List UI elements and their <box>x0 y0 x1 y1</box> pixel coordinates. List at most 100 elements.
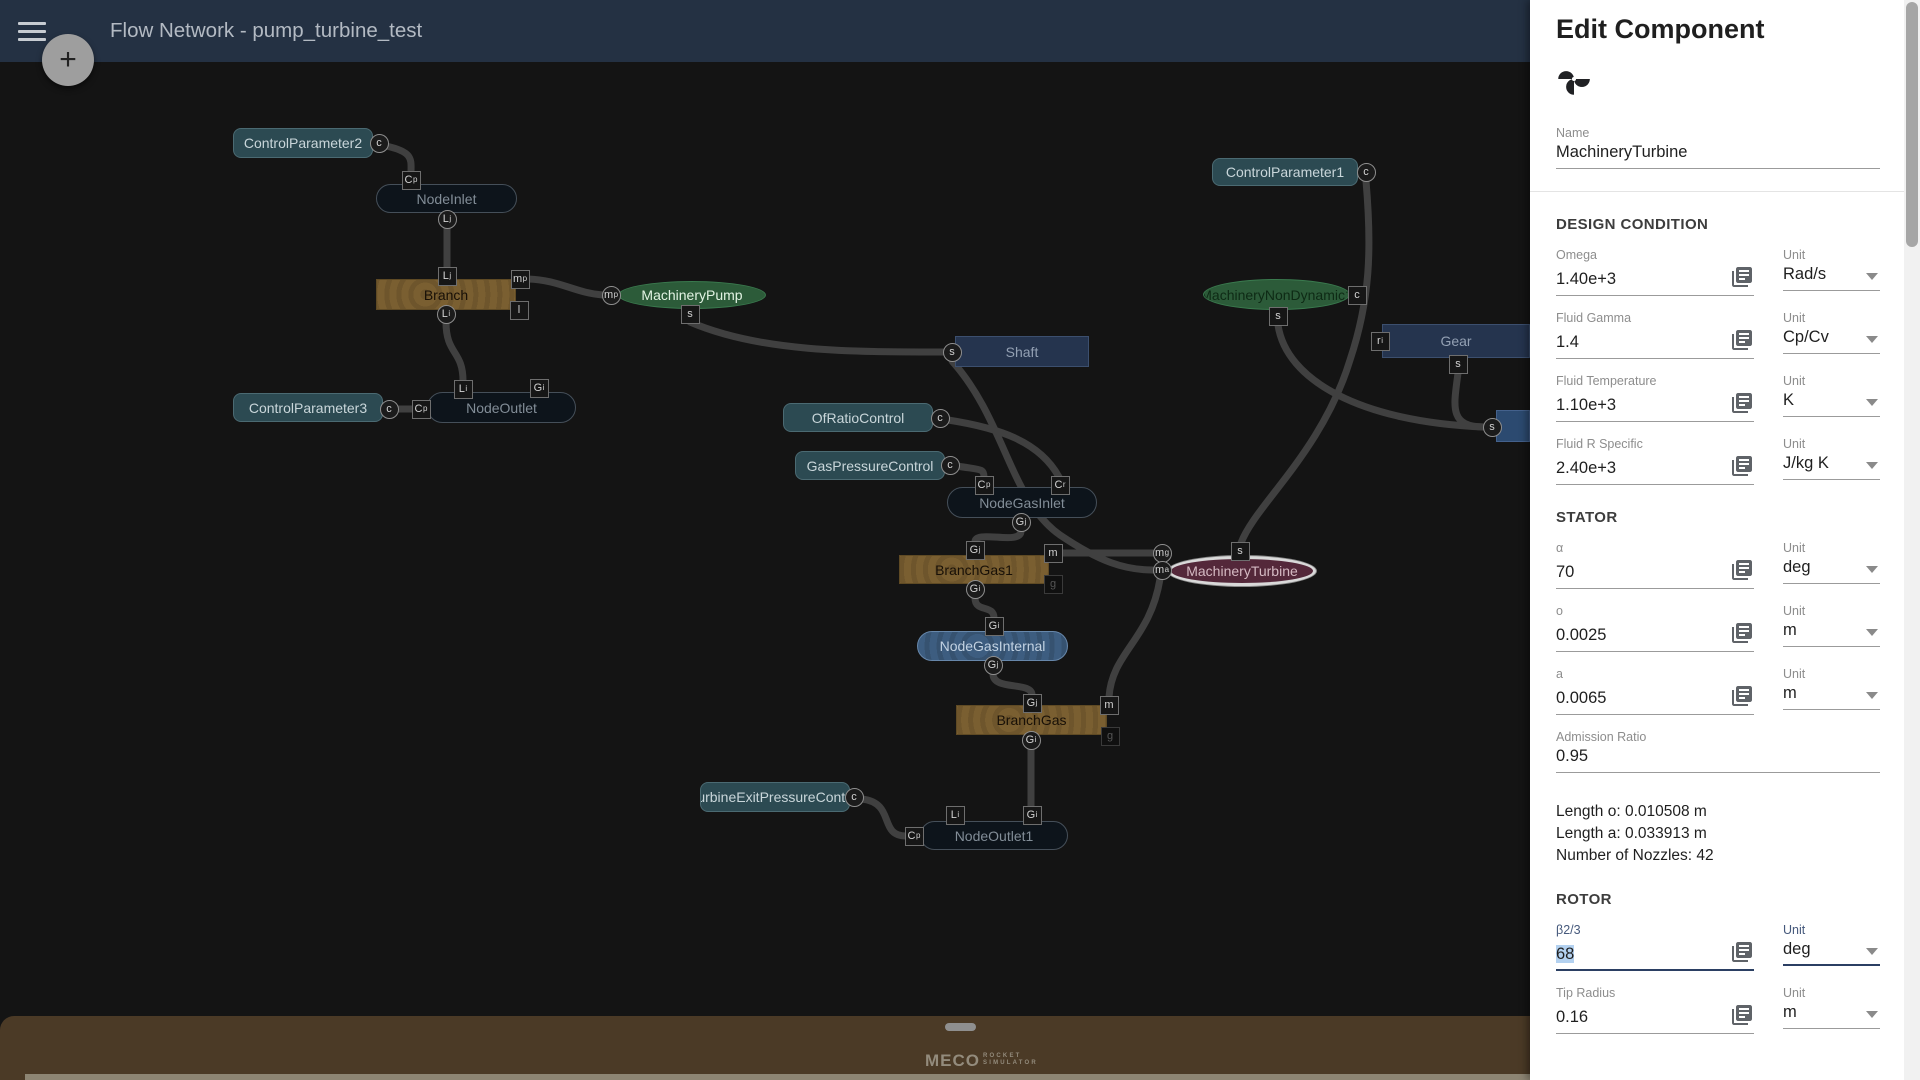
port-c[interactable]: c <box>1348 286 1367 305</box>
port-mg[interactable]: mg <box>1153 544 1172 563</box>
flow-canvas[interactable]: ControlParameter2NodeInletBranchMachiner… <box>0 0 1530 1080</box>
port-Cp[interactable]: Cp <box>402 171 421 190</box>
value-field[interactable]: a 0.0065 <box>1556 667 1754 715</box>
dropdown-arrow-icon[interactable] <box>1866 948 1878 955</box>
name-field[interactable]: Name MachineryTurbine <box>1556 126 1880 169</box>
dropdown-arrow-icon[interactable] <box>1866 399 1878 406</box>
dropdown-arrow-icon[interactable] <box>1866 566 1878 573</box>
dropdown-arrow-icon[interactable] <box>1866 1011 1878 1018</box>
dropdown-arrow-icon[interactable] <box>1866 273 1878 280</box>
unit-select[interactable]: Unit deg <box>1783 923 1880 971</box>
value-field[interactable]: α 70 <box>1556 541 1754 589</box>
plot-values-icon[interactable] <box>1730 328 1754 352</box>
port-Lj[interactable]: Lj <box>438 210 457 229</box>
unit-select[interactable]: Unit m <box>1783 604 1880 652</box>
port-mp[interactable]: mp <box>602 286 621 305</box>
port-l[interactable]: l <box>510 301 529 320</box>
graph-node-MachineryTurbine[interactable]: MachineryTurbine <box>1168 556 1316 586</box>
menu-icon[interactable] <box>18 22 48 42</box>
port-s[interactable]: s <box>943 343 962 362</box>
port-s[interactable]: s <box>681 305 700 324</box>
port-c[interactable]: c <box>1357 163 1376 182</box>
panel-scrollbar-thumb[interactable] <box>1906 2 1918 247</box>
value-input[interactable]: 1.10e+3 <box>1556 396 1722 415</box>
graph-node-NodeOutlet1[interactable]: NodeOutlet1 <box>920 821 1068 850</box>
value-input[interactable]: 0.16 <box>1556 1008 1722 1027</box>
unit-value[interactable]: deg <box>1783 558 1866 577</box>
dropdown-arrow-icon[interactable] <box>1866 462 1878 469</box>
plot-values-icon[interactable] <box>1730 940 1754 964</box>
port-Gj[interactable]: Gj <box>984 656 1003 675</box>
port-s[interactable]: s <box>1269 307 1288 326</box>
port-Gi[interactable]: Gi <box>1023 806 1042 825</box>
value-field[interactable]: Fluid Temperature 1.10e+3 <box>1556 374 1754 422</box>
graph-node-TurbineExitPressureControl[interactable]: TurbineExitPressureControl <box>700 782 850 812</box>
value-field[interactable]: β2/3 68 <box>1556 923 1754 971</box>
value-input[interactable]: 2.40e+3 <box>1556 459 1722 478</box>
unit-select[interactable]: Unit m <box>1783 986 1880 1034</box>
plot-values-icon[interactable] <box>1730 454 1754 478</box>
graph-node-NodeInlet[interactable]: NodeInlet <box>376 184 517 213</box>
port-s[interactable]: s <box>1231 542 1250 561</box>
port-c[interactable]: c <box>845 788 864 807</box>
value-field[interactable]: Fluid Gamma 1.4 <box>1556 311 1754 359</box>
port-c[interactable]: c <box>931 409 950 428</box>
plot-values-icon[interactable] <box>1730 621 1754 645</box>
graph-node-Shaft[interactable]: Shaft <box>955 336 1089 367</box>
value-field[interactable]: Omega 1.40e+3 <box>1556 248 1754 296</box>
port-Li[interactable]: Li <box>946 806 965 825</box>
port-m[interactable]: m <box>1044 544 1063 563</box>
port-Gi[interactable]: Gi <box>985 617 1004 636</box>
unit-value[interactable]: m <box>1783 1003 1866 1022</box>
port-mp[interactable]: mp <box>511 270 530 289</box>
unit-select[interactable]: Unit Cp/Cv <box>1783 311 1880 359</box>
port-Cr[interactable]: Cr <box>1051 476 1070 495</box>
unit-value[interactable]: Rad/s <box>1783 265 1866 284</box>
port-Gi[interactable]: Gi <box>966 580 985 599</box>
unit-select[interactable]: Unit m <box>1783 667 1880 715</box>
value-input[interactable]: 0.0025 <box>1556 626 1722 645</box>
port-Li[interactable]: Li <box>437 305 456 324</box>
port-Cp[interactable]: Cp <box>412 400 431 419</box>
port-Li[interactable]: Li <box>454 380 473 399</box>
value-field[interactable]: Tip Radius 0.16 <box>1556 986 1754 1034</box>
port-m[interactable]: m <box>1100 696 1119 715</box>
unit-value[interactable]: Cp/Cv <box>1783 328 1866 347</box>
port-Gi[interactable]: Gi <box>1022 731 1041 750</box>
plot-values-icon[interactable] <box>1730 558 1754 582</box>
value-input[interactable]: 68 <box>1556 945 1722 964</box>
unit-select[interactable]: Unit deg <box>1783 541 1880 589</box>
plot-values-icon[interactable] <box>1730 265 1754 289</box>
unit-select[interactable]: Unit K <box>1783 374 1880 422</box>
port-c[interactable]: c <box>370 134 389 153</box>
port-s[interactable]: s <box>1483 418 1502 437</box>
port-Gj[interactable]: Gj <box>1012 513 1031 532</box>
value-input[interactable]: 70 <box>1556 563 1722 582</box>
unit-value[interactable]: deg <box>1783 940 1866 959</box>
graph-node-MachineryNonDynamic1[interactable]: MachineryNonDynamic1 <box>1203 279 1350 310</box>
value-field[interactable]: o 0.0025 <box>1556 604 1754 652</box>
port-Cp[interactable]: Cp <box>975 476 994 495</box>
port-Gj[interactable]: Gj <box>966 541 985 560</box>
graph-node-GasPressureControl[interactable]: GasPressureControl <box>795 451 945 480</box>
port-g[interactable]: g <box>1101 727 1120 746</box>
dropdown-arrow-icon[interactable] <box>1866 629 1878 636</box>
port-Gj[interactable]: Gj <box>1023 694 1042 713</box>
value-input[interactable]: 1.4 <box>1556 333 1722 352</box>
graph-node-ControlParameter2[interactable]: ControlParameter2 <box>233 128 373 158</box>
value-field[interactable]: Admission Ratio 0.95 <box>1556 730 1880 773</box>
graph-node-ControlParameter3[interactable]: ControlParameter3 <box>233 393 383 422</box>
port-s[interactable]: s <box>1449 355 1468 374</box>
toolbar-drag-handle[interactable] <box>945 1023 976 1031</box>
graph-node-ControlParameter1[interactable]: ControlParameter1 <box>1212 158 1358 186</box>
unit-select[interactable]: Unit Rad/s <box>1783 248 1880 296</box>
unit-value[interactable]: m <box>1783 684 1866 703</box>
port-Gi[interactable]: Gi <box>530 379 549 398</box>
value-input[interactable]: 0.95 <box>1556 747 1880 766</box>
graph-node-Gear[interactable]: Gear <box>1382 324 1530 358</box>
plot-values-icon[interactable] <box>1730 391 1754 415</box>
dropdown-arrow-icon[interactable] <box>1866 692 1878 699</box>
value-input[interactable]: 1.40e+3 <box>1556 270 1722 289</box>
value-field[interactable]: Fluid R Specific 2.40e+3 <box>1556 437 1754 485</box>
horizontal-scrollbar[interactable] <box>25 1074 1530 1080</box>
